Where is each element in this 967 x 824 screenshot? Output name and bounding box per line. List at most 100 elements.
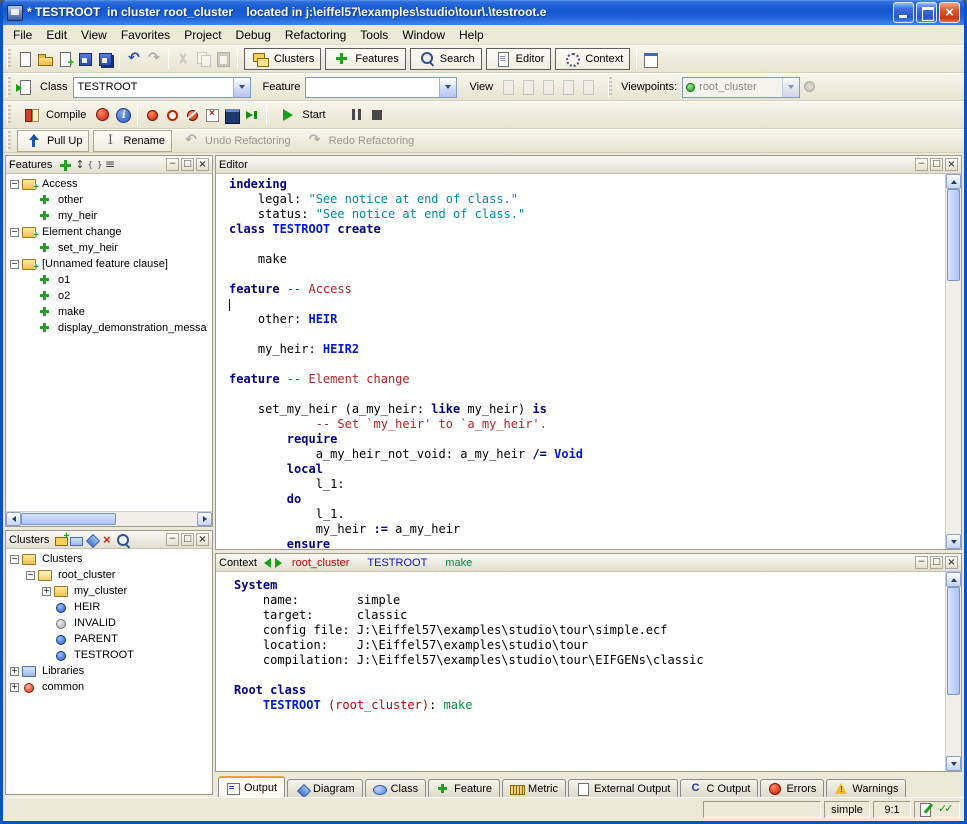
tab-external-output[interactable]: External Output [568,779,678,797]
close-icon[interactable] [945,158,958,171]
show-signature-icon[interactable] [87,157,102,172]
scroll-left-button[interactable] [6,512,21,526]
search-toggle-button[interactable]: Search [410,48,482,70]
show-list-icon[interactable] [102,157,117,172]
scroll-down-button[interactable] [946,534,961,549]
toolbar-grip[interactable] [608,77,612,97]
minimize-icon[interactable] [893,2,914,23]
tree-item-heir[interactable]: HEIR [6,599,212,615]
tree-item-display-demonstration-messa[interactable]: display_demonstration_messa [6,320,212,336]
scroll-track[interactable] [21,512,197,526]
tree-item-common[interactable]: +common [6,679,212,695]
feature-combo[interactable] [305,77,457,98]
search-cluster-icon[interactable] [114,532,129,547]
toolbar-grip[interactable] [7,105,11,125]
context-vscrollbar[interactable] [945,572,961,771]
scroll-thumb[interactable] [21,513,116,525]
title-bar[interactable]: * TESTROOT in cluster root_cluster locat… [3,0,964,25]
tab-metric[interactable]: Metric [502,779,566,797]
tree-item-element-change[interactable]: −Element change [6,224,212,240]
maximize-icon[interactable] [930,556,943,569]
diagram-icon[interactable] [84,532,99,547]
minimize-icon[interactable] [915,158,928,171]
close-icon[interactable] [196,158,209,171]
breadcrumb-root-cluster[interactable]: root_cluster [292,557,349,569]
feature-combo-arrow-icon[interactable] [439,78,456,97]
tree-item-root-cluster[interactable]: −root_cluster [6,567,212,583]
tree-item-set-my-heir[interactable]: set_my_heir [6,240,212,256]
collapse-box[interactable]: − [26,571,35,580]
scroll-thumb[interactable] [947,587,960,695]
add-feature-icon[interactable] [57,157,72,172]
compile-checks-icon[interactable] [938,801,956,819]
breakpoints-remove-icon[interactable] [183,106,201,124]
tab-feature[interactable]: Feature [428,779,500,797]
stop-icon[interactable] [368,106,386,124]
menu-window[interactable]: Window [395,26,452,44]
collapse-box[interactable]: − [10,228,19,237]
tab-c-output[interactable]: C Output [680,779,758,797]
features-toggle-button[interactable]: Features [325,48,405,70]
context-text-area[interactable]: System name: simple target: classic conf… [216,572,945,771]
save-icon[interactable] [76,50,94,68]
maximize-icon[interactable] [930,158,943,171]
minimize-icon[interactable] [166,533,179,546]
debug-exec-icon[interactable] [243,106,261,124]
delete-icon[interactable] [99,532,114,547]
editor-vscrollbar[interactable] [945,174,961,549]
menu-debug[interactable]: Debug [229,26,278,44]
toolbar-grip[interactable] [7,77,11,97]
menu-view[interactable]: View [74,26,114,44]
rename-button[interactable]: Rename [93,130,172,152]
external-commands-icon[interactable] [642,50,660,68]
tab-diagram[interactable]: Diagram [287,779,363,797]
navigate-forward-icon[interactable] [275,558,282,568]
tree-item-my-heir[interactable]: my_heir [6,208,212,224]
tree-item-testroot[interactable]: TESTROOT [6,647,212,663]
menu-help[interactable]: Help [452,26,491,44]
clusters-toggle-button[interactable]: Clusters [244,48,321,70]
scroll-thumb[interactable] [947,189,960,281]
tree-item-o1[interactable]: o1 [6,272,212,288]
tree-item-clusters[interactable]: −Clusters [6,551,212,567]
tree-item-unnamed-feature-clause[interactable]: −[Unnamed feature clause] [6,256,212,272]
tree-item-libraries[interactable]: +Libraries [6,663,212,679]
tab-errors[interactable]: Errors [760,779,824,797]
breadcrumb-make[interactable]: make [445,557,472,569]
editor-text-area[interactable]: indexing legal: "See notice at end of cl… [216,174,945,549]
tree-item-my-cluster[interactable]: +my_cluster [6,583,212,599]
maximize-icon[interactable] [181,158,194,171]
breakpoints-enable-icon[interactable] [143,106,161,124]
menu-tools[interactable]: Tools [353,26,395,44]
info-icon[interactable] [114,106,132,124]
close-icon[interactable] [945,556,958,569]
expand-box[interactable]: + [42,587,51,596]
menu-edit[interactable]: Edit [39,26,74,44]
class-combo-arrow-icon[interactable] [233,78,250,97]
start-button[interactable]: Start [273,104,330,126]
tree-item-parent[interactable]: PARENT [6,631,212,647]
tree-item-o2[interactable]: o2 [6,288,212,304]
breakpoints-disable-icon[interactable] [163,106,181,124]
maximize-icon[interactable] [916,2,937,23]
menu-refactoring[interactable]: Refactoring [278,26,353,44]
expand-box[interactable]: + [10,667,19,676]
toolbar-grip[interactable] [7,131,11,151]
menu-project[interactable]: Project [177,26,228,44]
undo-icon[interactable] [125,50,143,68]
toolbar-grip[interactable] [7,49,11,69]
scroll-down-button[interactable] [946,756,961,771]
class-combo[interactable]: TESTROOT [73,77,251,98]
collapse-box[interactable]: − [10,260,19,269]
sort-features-icon[interactable] [72,157,87,172]
breadcrumb-testroot[interactable]: TESTROOT [367,557,427,569]
scroll-up-button[interactable] [946,174,961,189]
tab-class[interactable]: Class [365,779,427,797]
tree-item-invalid[interactable]: INVALID [6,615,212,631]
add-library-icon[interactable] [69,532,84,547]
expand-box[interactable]: + [10,683,19,692]
maximize-icon[interactable] [181,533,194,546]
menu-file[interactable]: File [6,26,39,44]
add-cluster-icon[interactable] [54,532,69,547]
open-class-icon[interactable] [16,78,34,96]
